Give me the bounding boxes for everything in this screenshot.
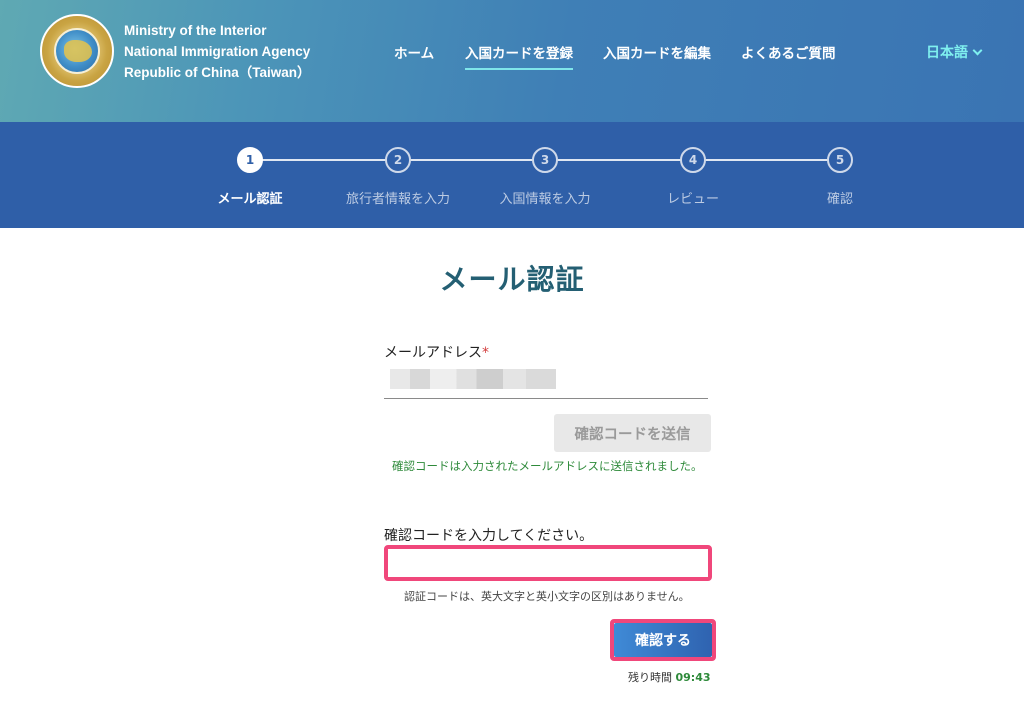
confirm-button[interactable]: 確認する: [614, 623, 712, 657]
remaining-time-label: 残り時間: [628, 671, 672, 684]
email-field-blurred[interactable]: [390, 369, 556, 389]
remaining-time: 残り時間 09:43: [628, 669, 711, 685]
step-4-circle: 4: [680, 147, 706, 173]
nav-edit-card[interactable]: 入国カードを編集: [603, 42, 711, 62]
nav-faq[interactable]: よくあるご質問: [741, 42, 836, 62]
code-label: 確認コードを入力してください。: [384, 528, 594, 544]
agency-name: Ministry of the Interior National Immigr…: [124, 20, 311, 83]
agency-line-1: Ministry of the Interior: [124, 23, 267, 38]
verification-code-input[interactable]: [384, 545, 712, 581]
step-3-label: 入国情報を入力: [499, 192, 591, 207]
nav-home[interactable]: ホーム: [394, 42, 434, 62]
progress-stepper: 1 2 3 4 5 メール認証 旅行者情報を入力 入国情報を入力 レビュー 確認: [0, 122, 1024, 228]
agency-seal-icon[interactable]: [40, 14, 114, 88]
step-5-label: 確認: [826, 192, 854, 207]
step-2-circle: 2: [385, 147, 411, 173]
seal-globe: [54, 28, 100, 74]
case-insensitive-note: 認証コードは、英大文字と英小文字の区別はありません。: [404, 590, 690, 603]
agency-line-2: National Immigration Agency: [124, 44, 311, 59]
email-underline: [384, 398, 708, 399]
code-sent-message: 確認コードは入力されたメールアドレスに送信されました。: [392, 459, 703, 473]
email-label-text: メールアドレス: [384, 345, 482, 361]
step-4-label: レビュー: [666, 192, 720, 207]
step-3-circle: 3: [532, 147, 558, 173]
page-title: メール認証: [439, 263, 585, 296]
send-code-button[interactable]: 確認コードを送信: [554, 414, 711, 452]
language-selector[interactable]: 日本語: [926, 42, 983, 62]
agency-line-3: Republic of China（Taiwan）: [124, 65, 311, 80]
site-header: Ministry of the Interior National Immigr…: [0, 0, 1024, 122]
remaining-time-value: 09:43: [675, 671, 711, 684]
step-5-circle: 5: [827, 147, 853, 173]
language-label: 日本語: [926, 45, 968, 61]
step-1-label: メール認証: [217, 192, 283, 207]
confirm-button-highlight: 確認する: [610, 619, 716, 661]
chevron-down-icon: [972, 45, 983, 55]
seal-map: [64, 40, 92, 62]
step-1-circle: 1: [237, 147, 263, 173]
email-label: メールアドレス*: [384, 342, 489, 362]
nav-register-card[interactable]: 入国カードを登録: [465, 42, 573, 70]
step-2-label: 旅行者情報を入力: [345, 192, 451, 207]
required-mark: *: [482, 345, 489, 361]
